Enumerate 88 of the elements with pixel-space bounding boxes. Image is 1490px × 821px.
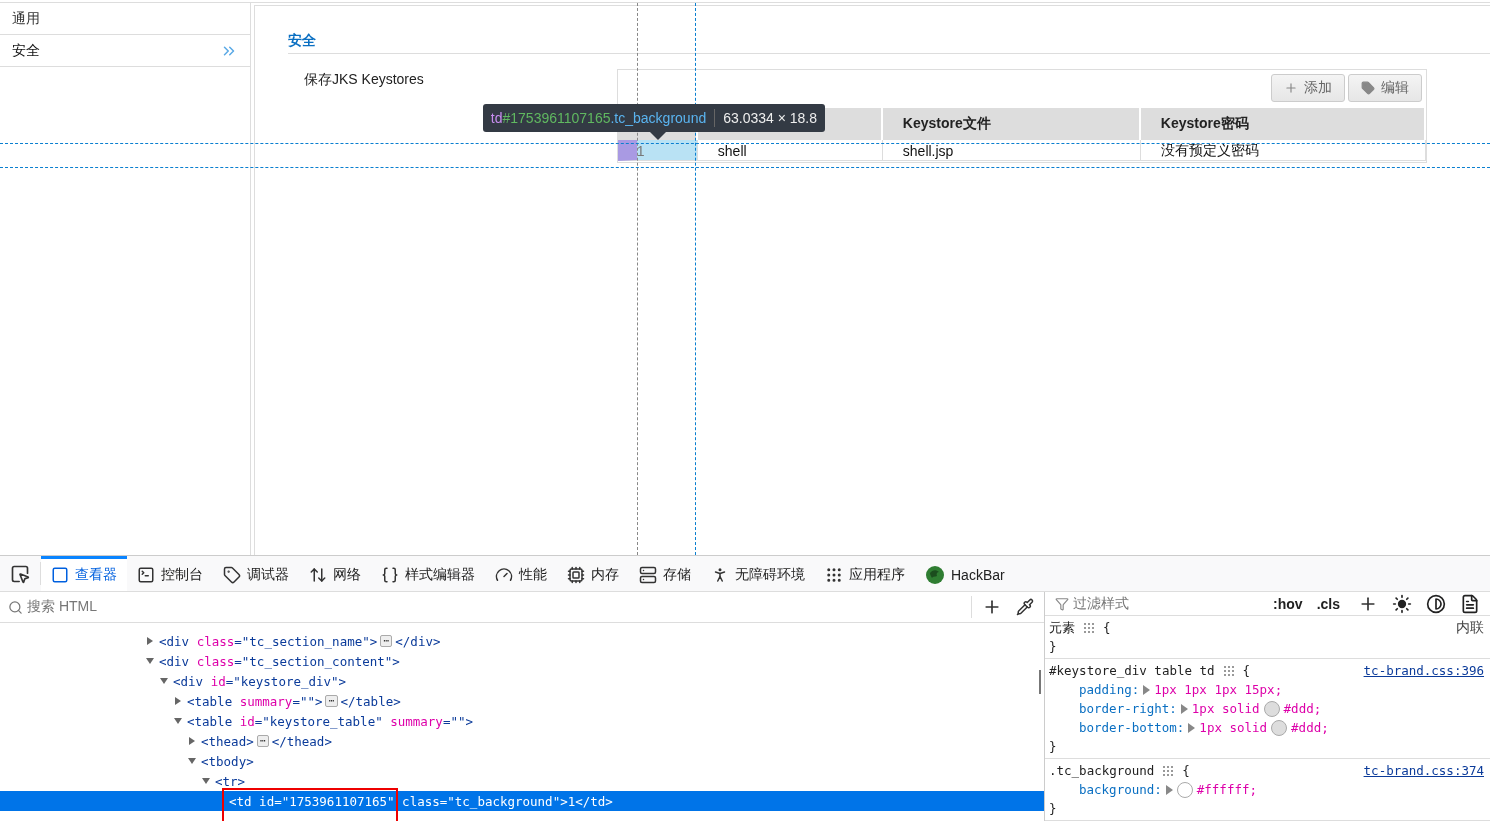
css-declaration[interactable]: border-bottom: 1px solid #ddd; — [1049, 718, 1484, 737]
devtools-tab[interactable]: 网络 — [299, 556, 371, 591]
markup-line[interactable]: <tr> — [0, 771, 1044, 791]
expand-arrow-icon[interactable] — [145, 636, 155, 646]
open-brace: { — [1242, 662, 1251, 680]
expand-triangle-icon[interactable] — [1143, 684, 1151, 695]
document-icon[interactable] — [1460, 593, 1480, 614]
gauge-icon — [495, 566, 513, 584]
field-label: 保存JKS Keystores — [304, 70, 424, 89]
ellipsis-badge[interactable]: ⋯ — [380, 635, 393, 647]
collapse-arrow-icon[interactable] — [173, 716, 183, 726]
css-declaration[interactable]: border-right: 1px solid #ddd; — [1049, 699, 1484, 718]
devtools-tab[interactable]: 内存 — [557, 556, 629, 591]
element-picker-icon[interactable] — [10, 563, 30, 584]
storage-icon — [639, 566, 657, 584]
devtools-tab[interactable]: 性能 — [485, 556, 557, 591]
markup-line[interactable]: <table id="keystore_table" summary=""> — [0, 711, 1044, 731]
close-brace: } — [1049, 639, 1057, 654]
source-link[interactable]: tc-brand.css:374 — [1363, 761, 1484, 780]
network-icon — [309, 566, 327, 584]
style-toggle[interactable]: .cls — [1316, 595, 1340, 612]
markup-line[interactable]: <tbody> — [0, 751, 1044, 771]
table-cell: 1 — [617, 140, 698, 161]
ellipsis-badge[interactable]: ⋯ — [256, 735, 269, 747]
expand-triangle-icon[interactable] — [1180, 703, 1188, 714]
globe-icon — [925, 565, 945, 585]
rule-selector: #keystore_div table td — [1049, 662, 1215, 680]
resize-handle[interactable] — [1039, 670, 1041, 694]
column-header: Keystore文件 — [882, 108, 1141, 140]
style-toggle[interactable]: :hov — [1273, 595, 1303, 612]
ellipsis-badge[interactable]: ⋯ — [325, 695, 338, 707]
devtools-tab[interactable]: 无障碍环境 — [701, 556, 815, 591]
source-label: 内联 — [1456, 618, 1484, 637]
source-link[interactable]: tc-brand.css:396 — [1363, 661, 1484, 680]
devtools-tab[interactable]: 应用程序 — [815, 556, 915, 591]
search-field[interactable]: 搜索 HTML — [27, 598, 967, 616]
devtools-tab[interactable]: 样式编辑器 — [371, 556, 485, 591]
contrast-icon[interactable] — [1426, 593, 1446, 614]
column-header: Keystore密码 — [1140, 108, 1426, 140]
table-cell: shell — [697, 140, 883, 161]
devtools-tab[interactable]: 存储 — [629, 556, 701, 591]
devtools-tab[interactable]: 控制台 — [127, 556, 213, 591]
open-brace: { — [1103, 619, 1111, 637]
markup-line[interactable]: <thead> ⋯ </thead> — [0, 731, 1044, 751]
markup-line[interactable]: <table summary=""> ⋯ </table> — [0, 691, 1044, 711]
close-brace: } — [1049, 739, 1057, 754]
tag-icon — [1360, 81, 1375, 95]
grid-dots-icon — [825, 566, 843, 584]
inspector-icon — [51, 566, 69, 584]
braces-icon — [381, 566, 399, 584]
tooltip-arrow — [649, 132, 666, 140]
expand-arrow-icon[interactable] — [173, 696, 183, 706]
css-declaration[interactable]: background: #ffffff; — [1049, 780, 1484, 799]
expand-arrow-icon[interactable] — [187, 736, 197, 746]
markup-line[interactable]: <div id="keystore_div"> — [0, 671, 1044, 691]
rule-selector: 元素 — [1049, 619, 1075, 637]
tag-icon — [223, 566, 241, 584]
open-brace: { — [1182, 762, 1190, 780]
color-swatch[interactable] — [1176, 781, 1193, 798]
close-brace: } — [1049, 801, 1057, 816]
filter-field[interactable]: 过滤样式 — [1073, 594, 1260, 613]
grid-icon[interactable] — [1083, 621, 1095, 634]
table-cell: shell.jsp — [882, 140, 1141, 161]
devtools-tab[interactable]: HackBar — [915, 556, 1015, 591]
markup-line[interactable]: <div class="tc_section_name"> ⋯ </div> — [0, 631, 1044, 651]
element-tooltip: td#1753961107165.tc_background 63.0334 × 18.8 — [482, 104, 826, 132]
rule-selector: .tc_background — [1049, 762, 1155, 780]
search-icon — [8, 599, 23, 615]
section-title: 安全 — [288, 32, 1490, 54]
grid-icon[interactable] — [1222, 664, 1235, 677]
devtools-tab[interactable]: 调试器 — [213, 556, 299, 591]
expand-triangle-icon[interactable] — [1188, 722, 1196, 733]
edit-button[interactable]: 编辑 — [1347, 74, 1422, 102]
devtools-tab[interactable]: 查看器 — [41, 556, 127, 591]
plus-icon — [1283, 81, 1298, 95]
table-cell: 没有预定义密码 — [1140, 140, 1426, 161]
markup-line[interactable]: <div class="tc_section_content"> — [0, 651, 1044, 671]
console-icon — [137, 566, 155, 584]
filter-icon — [1055, 596, 1069, 611]
grid-icon[interactable] — [1162, 764, 1175, 777]
eyedropper-icon[interactable] — [1016, 598, 1034, 616]
color-swatch[interactable] — [1263, 700, 1280, 717]
sun-icon[interactable] — [1392, 593, 1412, 614]
css-declaration[interactable]: padding: 1px 1px 1px 15px; — [1049, 680, 1484, 699]
chip-icon — [567, 566, 585, 584]
color-swatch[interactable] — [1271, 719, 1288, 736]
expand-triangle-icon[interactable] — [1165, 784, 1173, 795]
add-button[interactable]: 添加 — [1270, 74, 1345, 102]
